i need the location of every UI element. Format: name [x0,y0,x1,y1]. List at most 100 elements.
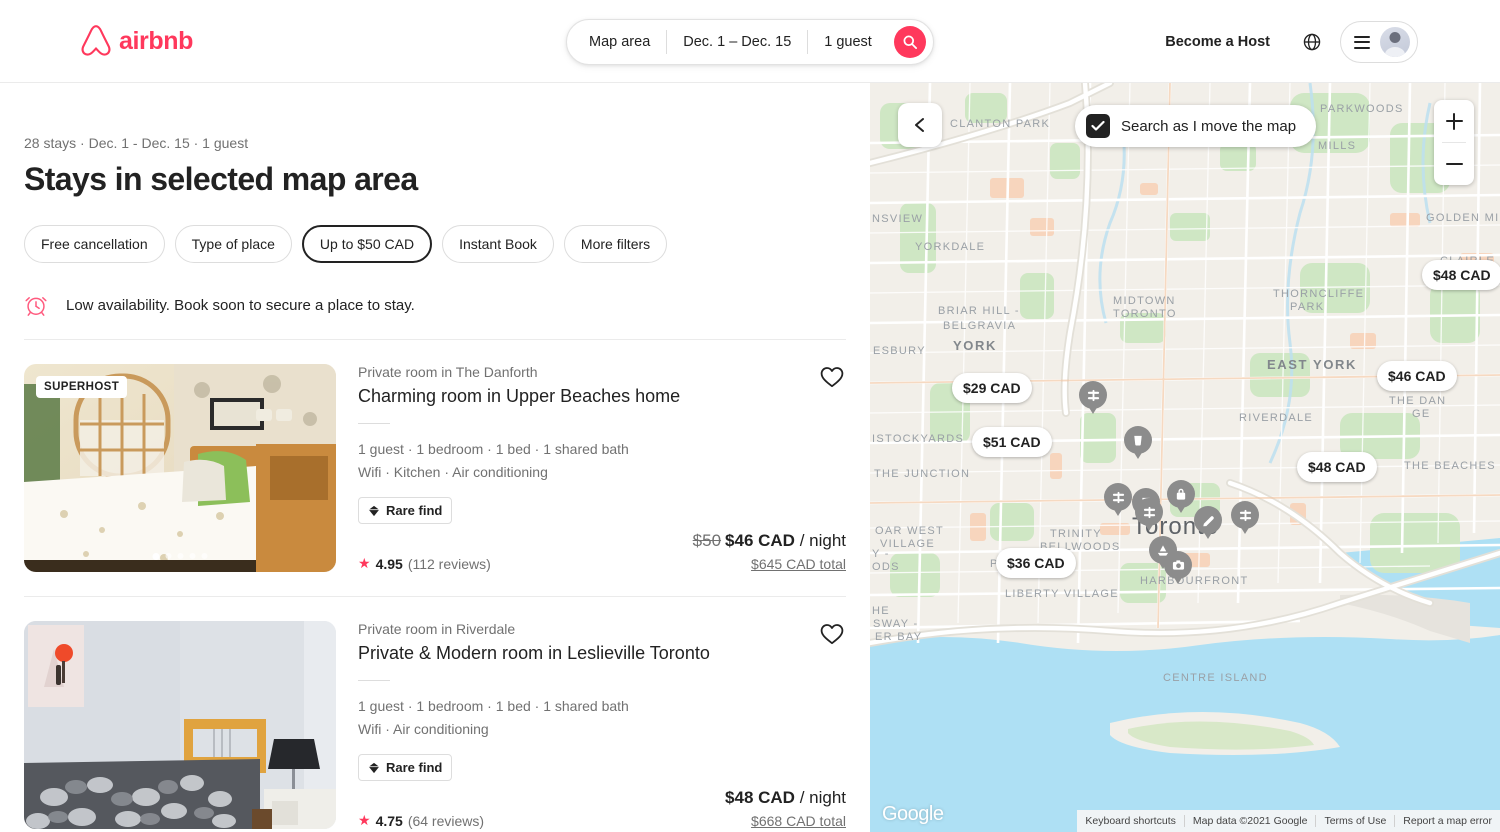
minus-icon [1445,156,1463,173]
photo-carousel-dots[interactable] [152,553,208,560]
map-poi-transit[interactable] [1104,483,1132,517]
listing-card[interactable]: Private room in Riverdale Private & Mode… [24,597,846,832]
favorite-heart-icon[interactable] [820,366,844,388]
listing-title[interactable]: Charming room in Upper Beaches home [358,385,846,408]
plus-icon [1445,112,1463,130]
map-price-marker[interactable]: $36 CAD [996,548,1076,578]
favorite-heart-icon[interactable] [820,623,844,645]
rare-find-badge: Rare find [358,754,453,782]
review-count: (64 reviews) [407,812,485,829]
listing-photo-image [24,621,336,829]
listing-rating: ★ 4.75 (64 reviews) [358,812,484,829]
filter-type-of-place[interactable]: Type of place [174,225,292,263]
airbnb-logo[interactable]: airbnb [80,24,193,58]
terms-of-use-link[interactable]: Terms of Use [1315,815,1394,827]
map-price-marker[interactable]: $46 CAD [1377,361,1457,391]
transit-icon [1104,483,1132,511]
map-price-marker[interactable]: $48 CAD [1297,452,1377,482]
report-map-error-link[interactable]: Report a map error [1394,815,1500,827]
search-icon [903,35,917,49]
keyboard-shortcuts-link[interactable]: Keyboard shortcuts [1077,815,1183,827]
map-attribution-bar: Keyboard shortcuts Map data ©2021 Google… [1077,810,1500,832]
listing-card[interactable]: SUPERHOST Private room in The Danforth C… [24,340,846,597]
price-original: $50 [692,531,722,550]
map-zoom-controls[interactable] [1434,100,1474,185]
listing-type: Private room in Riverdale [358,621,516,637]
diamond-icon [368,505,380,516]
site-header: airbnb Map area Dec. 1 – Dec. 15 1 guest… [0,0,1500,83]
avatar [1380,27,1410,57]
checkmark-icon [1091,120,1105,131]
map-price-marker[interactable]: $48 CAD [1422,260,1500,290]
superhost-badge: SUPERHOST [36,376,128,398]
cup-icon [1124,426,1152,454]
listing-details: Private room in The Danforth Charming ro… [358,364,846,572]
rare-find-label: Rare find [386,503,443,519]
listing-footer: ★ 4.95 (112 reviews) $50 $46 CAD / night … [358,531,846,572]
carousel-dot[interactable] [201,553,208,559]
listing-rating: ★ 4.95 (112 reviews) [358,555,491,572]
language-button[interactable] [1292,22,1332,62]
listing-amenities: Wifi · Kitchen · Air conditioning [358,463,548,480]
globe-icon [1303,33,1321,51]
search-submit-button[interactable] [894,26,926,58]
filter-free-cancellation[interactable]: Free cancellation [24,225,165,263]
listing-photo[interactable]: SUPERHOST [24,364,336,572]
search-as-i-move-toggle[interactable]: Search as I move the map [1075,105,1317,147]
filter-more-filters[interactable]: More filters [563,225,668,263]
become-a-host-link[interactable]: Become a Host [1151,22,1284,62]
hamburger-icon [1354,35,1370,49]
listing-price: $50 $46 CAD / night $645 CAD total [693,531,846,572]
listing-divider [358,423,390,425]
chevron-left-icon [915,118,924,132]
search-guests[interactable]: 1 guest [808,26,888,58]
listing-photo[interactable] [24,621,336,829]
rating-value: 4.75 [375,812,403,829]
search-location[interactable]: Map area [567,26,666,58]
rare-find-label: Rare find [386,760,443,776]
price-unit: / night [799,531,846,550]
carousel-dot[interactable] [165,553,172,559]
map-poi-transit[interactable] [1135,498,1163,532]
map-canvas [870,83,1500,832]
rare-find-badge: Rare find [358,497,453,525]
map-back-button[interactable] [898,103,942,147]
airbnb-logo-icon [81,25,111,56]
low-availability-notice: Low availability. Book soon to secure a … [24,293,846,340]
star-icon: ★ [358,555,371,571]
page-title: Stays in selected map area [24,161,418,197]
map-panel[interactable]: Search as I move the map CLANTON PARK PA… [870,83,1500,832]
search-as-i-move-checkbox[interactable] [1086,114,1110,138]
map-poi-viewpoint[interactable] [1164,551,1192,585]
map-poi-shopping[interactable] [1167,480,1195,514]
map-poi-art[interactable] [1194,506,1222,540]
map-zoom-in-button[interactable] [1434,100,1474,142]
price-total[interactable]: $645 CAD total [693,556,846,572]
search-bar[interactable]: Map area Dec. 1 – Dec. 15 1 guest [566,19,934,65]
filter-pills: Free cancellation Type of place Up to $5… [24,225,846,263]
google-logo: Google [882,803,944,825]
photo-icon [1164,551,1192,579]
results-meta: 28 stays · Dec. 1 - Dec. 15 · 1 guest [24,135,249,151]
carousel-dot[interactable] [152,553,160,560]
bag-icon [1167,480,1195,508]
search-dates[interactable]: Dec. 1 – Dec. 15 [667,26,807,58]
filter-price-up-to-50[interactable]: Up to $50 CAD [301,225,433,263]
carousel-dot[interactable] [177,553,184,559]
map-price-marker[interactable]: $29 CAD [952,373,1032,403]
listing-type: Private room in The Danforth [358,364,538,380]
filter-instant-book[interactable]: Instant Book [442,225,554,263]
transit-icon [1135,498,1163,526]
map-poi-transit[interactable] [1231,501,1259,535]
map-zoom-out-button[interactable] [1434,143,1474,185]
map-poi-transit[interactable] [1079,381,1107,415]
map-price-marker[interactable]: $51 CAD [972,427,1052,457]
listing-amenities: Wifi · Air conditioning [358,720,489,737]
user-menu-button[interactable] [1340,21,1418,63]
price-current: $48 CAD [725,788,795,807]
listing-title[interactable]: Private & Modern room in Leslieville Tor… [358,642,846,665]
carousel-dot[interactable] [189,553,196,559]
search-as-i-move-label: Search as I move the map [1121,117,1297,135]
price-total[interactable]: $668 CAD total [725,813,846,829]
map-poi-cafe[interactable] [1124,426,1152,460]
